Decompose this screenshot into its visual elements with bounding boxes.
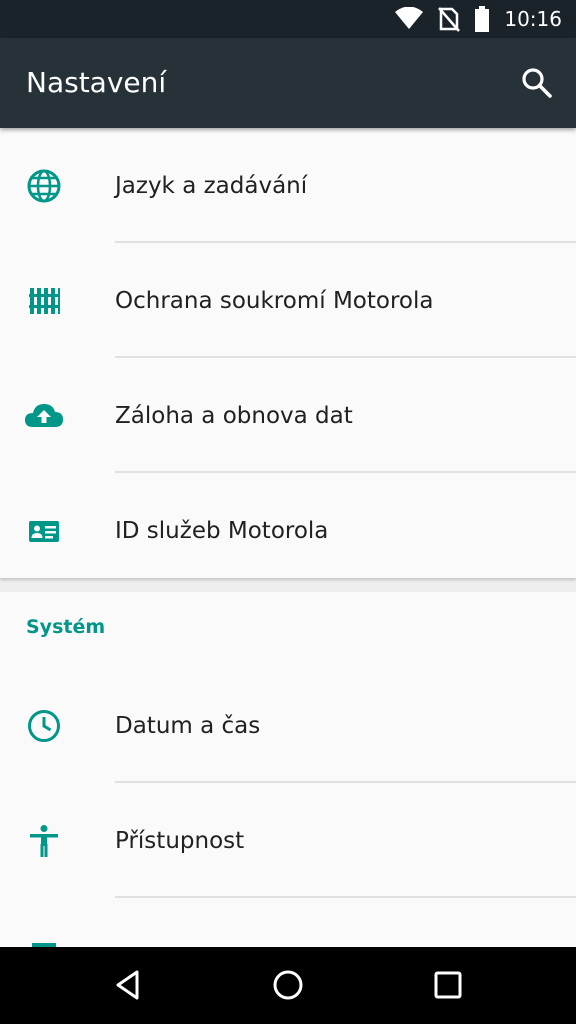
id-card-icon (29, 521, 59, 542)
settings-item-motorola-id[interactable]: ID služeb Motorola (0, 473, 576, 588)
settings-item-label: Jazyk a zadávání (115, 172, 308, 199)
settings-item-backup[interactable]: Záloha a obnova dat (0, 358, 576, 473)
settings-item-label: Datum a čas (115, 712, 261, 739)
cloud-upload-icon (25, 404, 63, 427)
fence-icon (29, 288, 60, 314)
settings-item-partial[interactable] (0, 898, 576, 947)
status-bar: 10:16 (0, 0, 576, 38)
system-settings-card: Systém Datum a čas Přístupnost (0, 592, 576, 947)
battery-icon (475, 6, 490, 32)
settings-item-privacy[interactable]: Ochrana soukromí Motorola (0, 243, 576, 358)
partial-icon (32, 943, 56, 947)
page-title: Nastavení (26, 66, 167, 99)
clock-icon (28, 710, 60, 742)
wifi-icon (395, 7, 424, 29)
navigation-bar (0, 947, 576, 1024)
search-icon[interactable] (520, 66, 554, 100)
app-bar: Nastavení (0, 38, 576, 128)
section-header-system: Systém (26, 616, 106, 638)
recents-icon[interactable] (428, 965, 468, 1005)
settings-item-label: Přístupnost (115, 827, 245, 854)
accessibility-icon (30, 825, 58, 857)
settings-item-language[interactable]: Jazyk a zadávání (0, 128, 576, 243)
personal-settings-card: Jazyk a zadávání Ochrana soukromí Motoro… (0, 128, 576, 578)
back-icon[interactable] (108, 965, 148, 1005)
settings-item-accessibility[interactable]: Přístupnost (0, 783, 576, 898)
settings-list: Jazyk a zadávání Ochrana soukromí Motoro… (0, 128, 576, 947)
clock: 10:16 (504, 7, 562, 31)
settings-item-label: Záloha a obnova dat (115, 402, 353, 429)
settings-item-label: Ochrana soukromí Motorola (115, 287, 434, 314)
globe-icon (27, 169, 61, 203)
settings-item-label: ID služeb Motorola (115, 517, 329, 544)
no-sim-icon (438, 7, 461, 32)
settings-item-date-time[interactable]: Datum a čas (0, 668, 576, 783)
home-icon[interactable] (268, 965, 308, 1005)
